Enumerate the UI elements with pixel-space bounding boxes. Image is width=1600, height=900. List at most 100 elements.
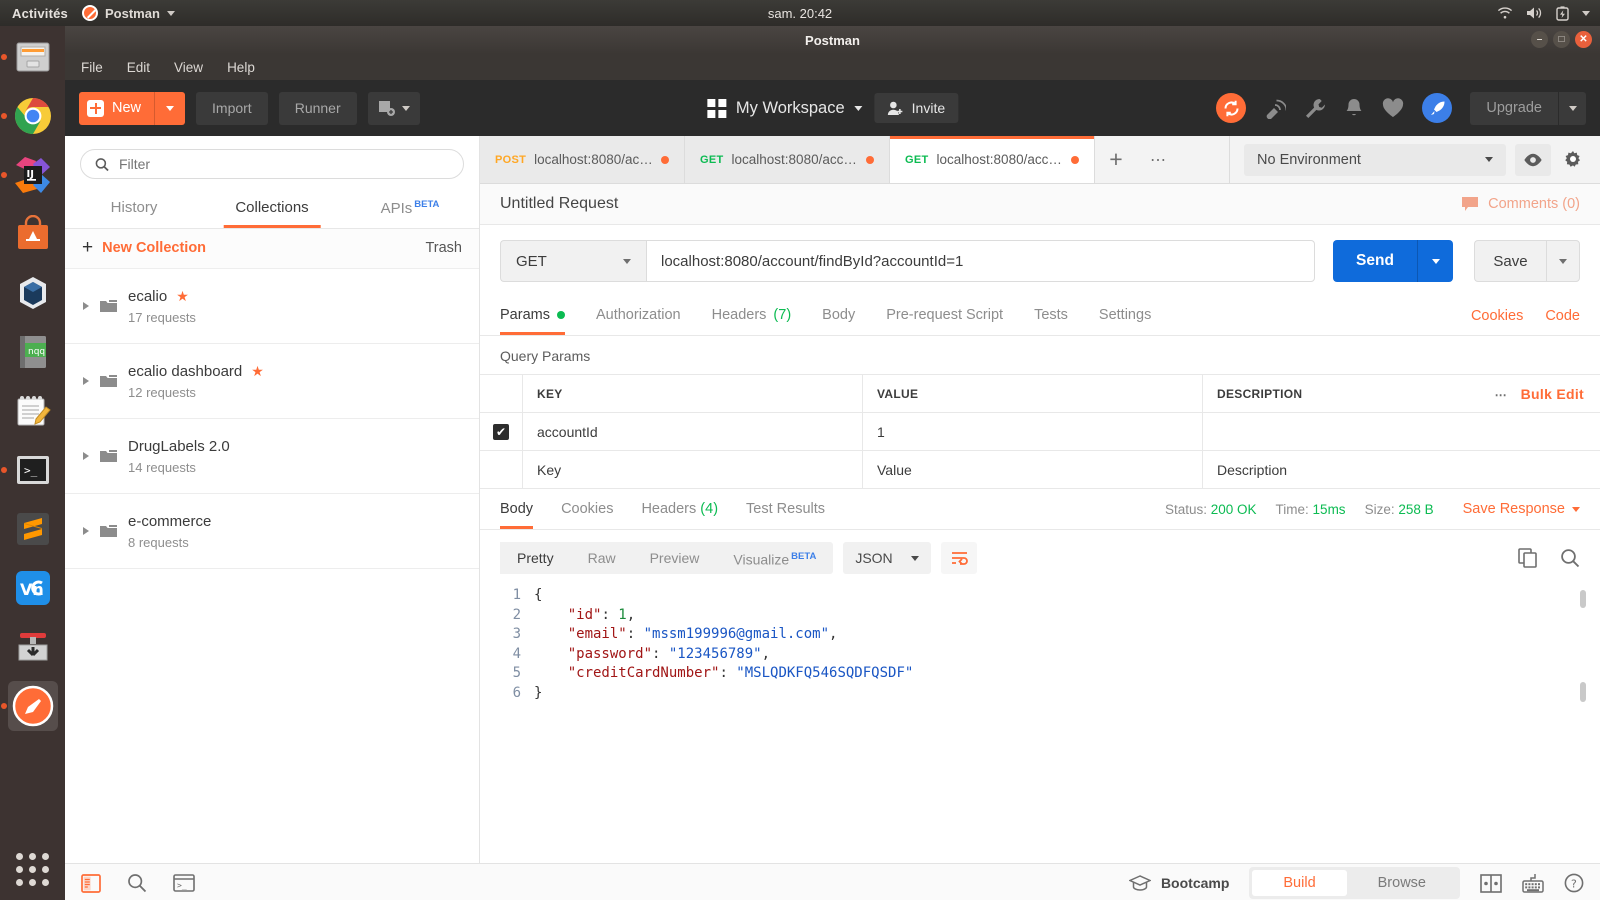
response-body-viewer[interactable]: 1{2 "id": 1,3 "email": "mssm199996@gmail… (480, 586, 1600, 863)
bell-icon[interactable] (1344, 97, 1364, 119)
row-value-placeholder[interactable]: Value (863, 451, 1203, 488)
filter-box[interactable] (80, 149, 464, 179)
clock[interactable]: sam. 20:42 (768, 6, 832, 21)
upgrade-button[interactable]: Upgrade (1470, 91, 1586, 125)
sidebar-tab-apis[interactable]: APIs BETA (341, 190, 479, 228)
row-description[interactable] (1203, 413, 1600, 450)
scrollbar-thumb-bottom[interactable] (1580, 682, 1586, 702)
menu-view[interactable]: View (174, 60, 203, 75)
request-title[interactable]: Untitled Request (500, 195, 618, 213)
dock-item-terminal[interactable]: >_ (0, 445, 58, 495)
bulk-edit-button[interactable]: Bulk Edit (1521, 386, 1584, 402)
bootcamp-button[interactable]: Bootcamp (1128, 875, 1229, 891)
search-icon[interactable] (127, 873, 147, 893)
menu-help[interactable]: Help (227, 60, 255, 75)
view-mode-pretty[interactable]: Pretty (500, 542, 571, 574)
volume-icon[interactable] (1526, 6, 1543, 20)
console-icon[interactable]: >_ (173, 874, 195, 892)
dock-item-sublime[interactable] (8, 504, 58, 554)
dock-item-chrome[interactable] (0, 91, 58, 141)
scrollbar-thumb-top[interactable] (1580, 590, 1586, 608)
activities-button[interactable]: Activités (0, 6, 82, 21)
new-window-button[interactable] (367, 91, 420, 125)
satellite-icon[interactable] (1264, 97, 1287, 119)
table-row-empty[interactable]: Key Value Description (480, 451, 1600, 489)
dock-item-text-editor[interactable] (8, 386, 58, 436)
send-options-button[interactable] (1417, 240, 1453, 282)
row-checkbox[interactable]: ✔ (493, 423, 509, 440)
two-pane-layout-icon[interactable] (1480, 873, 1502, 893)
trash-button[interactable]: Trash (425, 240, 462, 256)
dock-item-vnc[interactable]: Vn (8, 563, 58, 613)
star-icon[interactable]: ★ (176, 288, 189, 305)
minimize-button[interactable]: – (1531, 31, 1548, 48)
row-description-placeholder[interactable]: Description (1203, 451, 1600, 488)
dock-item-postman[interactable] (0, 681, 58, 731)
tab-tests[interactable]: Tests (1034, 296, 1068, 335)
collection-item-ecalio-dashboard[interactable]: ecalio dashboard ★ 12 requests (65, 344, 479, 419)
chevron-right-icon[interactable] (83, 377, 89, 385)
close-button[interactable]: ✕ (1575, 31, 1592, 48)
new-tab-button[interactable]: + (1095, 136, 1137, 183)
dock-item-virtualbox[interactable] (8, 268, 58, 318)
send-button[interactable]: Send (1333, 240, 1417, 282)
sidebar-tab-history[interactable]: History (65, 190, 203, 228)
sidebar-tab-collections[interactable]: Collections (203, 190, 341, 228)
maximize-button[interactable]: □ (1553, 31, 1570, 48)
cookies-link[interactable]: Cookies (1471, 308, 1523, 324)
dock-item-installer[interactable] (8, 622, 58, 672)
method-selector[interactable]: GET (500, 240, 646, 282)
wifi-icon[interactable] (1497, 6, 1513, 20)
chevron-right-icon[interactable] (83, 527, 89, 535)
response-tab-test-results[interactable]: Test Results (746, 490, 825, 529)
environment-quick-look-button[interactable] (1515, 143, 1551, 176)
response-tab-body[interactable]: Body (500, 490, 534, 529)
table-options-button[interactable]: ⋯ (1495, 388, 1509, 402)
tab-prerequest-script[interactable]: Pre-request Script (886, 296, 1003, 335)
chevron-right-icon[interactable] (83, 452, 89, 460)
invite-button[interactable]: Invite (874, 93, 959, 123)
tab-body[interactable]: Body (822, 296, 855, 335)
battery-icon[interactable] (1556, 5, 1569, 21)
url-input[interactable]: localhost:8080/account/findById?accountI… (646, 240, 1315, 282)
rocket-button[interactable] (1422, 93, 1453, 123)
view-mode-raw[interactable]: Raw (571, 542, 633, 574)
menu-file[interactable]: File (81, 60, 103, 75)
toggle-sidebar-icon[interactable] (81, 873, 101, 893)
tab-params[interactable]: Params (500, 296, 565, 335)
response-format-selector[interactable]: JSON (843, 542, 932, 574)
copy-icon[interactable] (1518, 548, 1538, 568)
dock-item-notepadqq[interactable]: nqq (8, 327, 58, 377)
collection-item-druglabels[interactable]: DrugLabels 2.0 14 requests (65, 419, 479, 494)
view-mode-preview[interactable]: Preview (633, 542, 717, 574)
tab-headers[interactable]: Headers (7) (712, 296, 792, 335)
browse-button[interactable]: Browse (1347, 870, 1457, 896)
app-menu[interactable]: Postman (82, 5, 175, 21)
heart-icon[interactable] (1382, 98, 1404, 118)
request-tab-3[interactable]: GET localhost:8080/acco... (890, 136, 1095, 183)
new-dropdown-button[interactable] (154, 91, 185, 125)
new-collection-button[interactable]: + New Collection (82, 238, 206, 257)
tab-options-button[interactable]: ⋯ (1137, 136, 1181, 183)
response-tab-headers[interactable]: Headers (4) (641, 490, 718, 529)
dock-item-files[interactable] (0, 32, 58, 82)
tab-settings[interactable]: Settings (1099, 296, 1151, 335)
table-row[interactable]: ✔ accountId 1 (480, 413, 1600, 451)
wrap-lines-button[interactable] (941, 542, 978, 574)
runner-button[interactable]: Runner (278, 91, 357, 125)
request-tab-2[interactable]: GET localhost:8080/acco... (685, 136, 890, 183)
save-options-button[interactable] (1546, 240, 1580, 282)
star-icon[interactable]: ★ (251, 363, 264, 380)
search-icon[interactable] (1560, 548, 1580, 568)
import-button[interactable]: Import (196, 91, 268, 125)
menu-edit[interactable]: Edit (127, 60, 150, 75)
workspace-selector[interactable]: My Workspace Invite (706, 93, 959, 123)
save-button[interactable]: Save (1474, 240, 1546, 282)
comments-button[interactable]: Comments (0) (1461, 196, 1580, 212)
sync-button[interactable] (1216, 93, 1247, 123)
row-value[interactable]: 1 (863, 413, 1203, 450)
tray-chevron-icon[interactable] (1582, 10, 1590, 16)
row-key-placeholder[interactable]: Key (523, 451, 863, 488)
chevron-right-icon[interactable] (83, 302, 89, 310)
search-input[interactable] (118, 156, 449, 172)
